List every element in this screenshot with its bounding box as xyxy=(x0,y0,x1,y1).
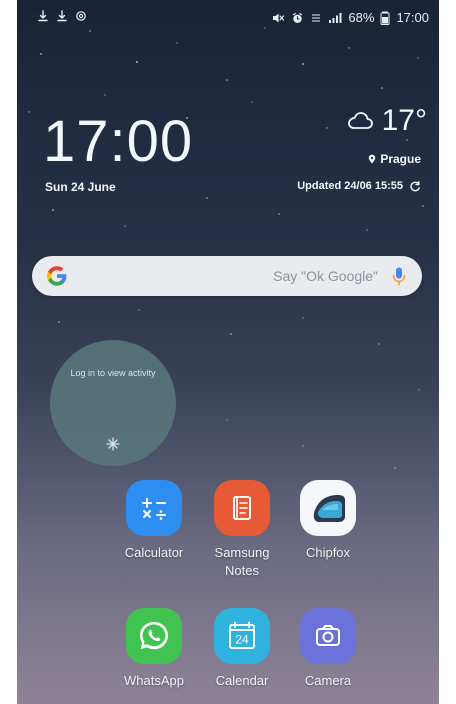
home-date: Sun 24 June xyxy=(45,180,116,194)
google-logo-icon xyxy=(47,266,67,286)
battery-percent: 68% xyxy=(348,10,375,25)
app-label: Chipfox xyxy=(305,545,351,560)
mic-icon[interactable] xyxy=(388,265,410,287)
app-calendar[interactable]: 24 Calendar xyxy=(197,608,287,690)
app-whatsapp[interactable]: WhatsApp xyxy=(109,608,199,690)
app-samsung-notes[interactable]: Samsung Notes xyxy=(197,480,287,580)
temperature-value: 17° xyxy=(381,104,427,137)
download-icon xyxy=(38,10,48,22)
app-label: WhatsApp xyxy=(124,673,184,688)
sparkle-icon xyxy=(106,437,120,451)
camera-icon xyxy=(300,608,356,664)
app-calculator[interactable]: Calculator xyxy=(109,480,199,562)
whatsapp-icon xyxy=(126,608,182,664)
widget-text: Log in to view activity xyxy=(70,368,156,378)
search-placeholder: Say "Ok Google" xyxy=(273,268,378,284)
home-screen: 68% 17:00 17:00 Sun 24 June 17° Prague U… xyxy=(17,0,439,704)
status-right-icons: 68% 17:00 xyxy=(271,10,429,25)
location-label: Prague xyxy=(380,152,421,166)
battery-icon xyxy=(380,11,390,25)
status-time: 17:00 xyxy=(396,10,429,25)
activity-widget[interactable]: Log in to view activity xyxy=(50,340,176,466)
weather-location: Prague xyxy=(368,152,421,166)
google-search-bar[interactable]: Say "Ok Google" xyxy=(32,256,422,296)
alarm-icon xyxy=(293,12,303,23)
cloud-icon xyxy=(347,112,373,129)
weather-updated: Updated 24/06 15:55 xyxy=(297,180,421,192)
chipfox-icon xyxy=(300,480,356,536)
refresh-icon[interactable] xyxy=(409,180,421,192)
updated-label: Updated 24/06 15:55 xyxy=(297,180,403,192)
app-chipfox[interactable]: Chipfox xyxy=(283,480,373,562)
calculator-icon xyxy=(126,480,182,536)
status-bar: 68% 17:00 xyxy=(17,0,439,36)
home-clock[interactable]: 17:00 xyxy=(43,108,193,175)
status-left-icons xyxy=(37,10,87,22)
sync-icon xyxy=(76,11,86,21)
weather-temperature[interactable]: 17° xyxy=(346,104,427,138)
app-label: Samsung Notes xyxy=(214,545,270,578)
calendar-day-label: 24 xyxy=(235,633,249,647)
app-label: Calendar xyxy=(215,673,269,688)
calendar-icon: 24 xyxy=(214,608,270,664)
app-camera[interactable]: Camera xyxy=(283,608,373,690)
download-icon xyxy=(57,10,67,22)
app-label: Calculator xyxy=(124,545,184,560)
mute-icon xyxy=(273,13,285,22)
location-pin-icon xyxy=(369,154,376,164)
network-icon xyxy=(312,13,321,22)
samsung-notes-icon xyxy=(214,480,270,536)
app-label: Camera xyxy=(304,673,352,688)
signal-icon xyxy=(329,12,342,23)
